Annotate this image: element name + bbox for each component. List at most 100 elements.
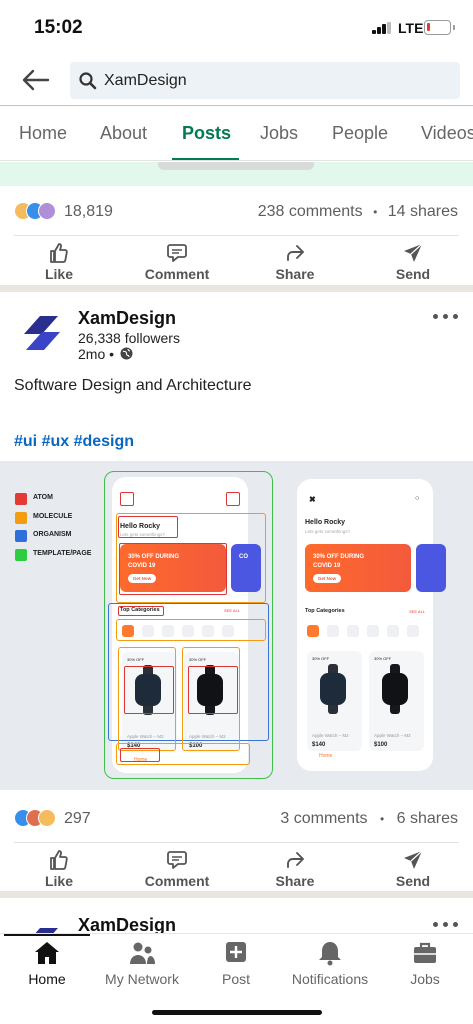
xamdesign-logo[interactable] bbox=[18, 310, 64, 356]
globe-icon bbox=[120, 347, 133, 360]
send-button[interactable]: Send bbox=[368, 843, 458, 891]
comment-button[interactable]: Comment bbox=[132, 843, 222, 891]
tab-home[interactable]: Home bbox=[19, 123, 67, 144]
curious-reaction-icon bbox=[38, 202, 56, 220]
nav-notifications-label: Notifications bbox=[291, 971, 369, 987]
search-bar[interactable] bbox=[70, 62, 460, 99]
comment-icon bbox=[167, 851, 187, 869]
post-text: Software Design and Architecture bbox=[14, 377, 252, 394]
network-label: LTE bbox=[398, 20, 424, 36]
legend-item: MOLECULE bbox=[15, 512, 115, 526]
like-label: Like bbox=[44, 266, 73, 282]
home-icon bbox=[35, 942, 59, 964]
like-button[interactable]: Like bbox=[14, 236, 104, 284]
send-label: Send bbox=[395, 266, 431, 282]
post-author-name[interactable]: XamDesign bbox=[78, 308, 176, 329]
like-icon bbox=[50, 850, 68, 870]
back-arrow-icon[interactable] bbox=[20, 66, 52, 94]
atom-outline bbox=[120, 748, 160, 762]
send-button[interactable]: Send bbox=[368, 236, 458, 284]
post-image[interactable]: ATOM MOLECULE ORGANISM TEMPLATE/PAGE Hel… bbox=[0, 461, 473, 790]
xamdesign-logo[interactable] bbox=[18, 922, 64, 933]
clean-phone-mockup: ✖ ○ Hello Rocky Lets gets somethings? 30… bbox=[297, 479, 446, 771]
post-age: 2mo • bbox=[78, 346, 115, 362]
comments-shares[interactable]: 238 comments • 14 shares bbox=[258, 203, 458, 221]
post2-action-bar: Like Comment Share Send bbox=[0, 843, 473, 893]
atom-outline bbox=[226, 492, 240, 506]
atom-outline bbox=[124, 666, 174, 714]
briefcase-icon bbox=[414, 942, 436, 963]
tab-posts[interactable]: Posts bbox=[182, 123, 231, 144]
feed-separator bbox=[0, 891, 473, 898]
tab-jobs[interactable]: Jobs bbox=[260, 123, 298, 144]
atom-outline bbox=[188, 666, 238, 714]
my-network-icon bbox=[130, 942, 155, 964]
comments-count[interactable]: 3 comments bbox=[280, 810, 367, 827]
comments-count[interactable]: 238 comments bbox=[258, 203, 363, 220]
company-tabs: Home About Posts Jobs People Videos bbox=[0, 107, 473, 161]
post-author-name[interactable]: XamDesign bbox=[78, 915, 176, 933]
post1-social-counts[interactable]: 18,819 238 comments • 14 shares bbox=[0, 188, 473, 232]
separator-dot: • bbox=[373, 205, 378, 219]
signal-icon bbox=[372, 22, 392, 34]
legend-item: ATOM bbox=[15, 493, 115, 507]
reaction-count: 297 bbox=[64, 810, 91, 827]
nav-jobs[interactable]: Jobs bbox=[380, 940, 470, 987]
home-indicator bbox=[152, 1010, 322, 1015]
reaction-icons bbox=[14, 809, 62, 827]
nav-my-network-label: My Network bbox=[105, 971, 179, 987]
bell-icon bbox=[319, 942, 341, 966]
comments-shares[interactable]: 3 comments • 6 shares bbox=[280, 810, 458, 828]
tab-videos[interactable]: Videos bbox=[421, 123, 473, 144]
atom-outline bbox=[120, 492, 134, 506]
atom-outline bbox=[119, 543, 227, 595]
comment-button[interactable]: Comment bbox=[132, 236, 222, 284]
shares-count[interactable]: 6 shares bbox=[397, 810, 458, 827]
atom-outline bbox=[118, 516, 178, 538]
post2-header: XamDesign 26,338 followers 2mo • bbox=[0, 298, 473, 368]
share-label: Share bbox=[275, 873, 315, 889]
nav-post[interactable]: Post bbox=[191, 940, 281, 987]
active-tab-indicator bbox=[172, 158, 239, 160]
status-bar: 15:02 LTE bbox=[0, 0, 473, 56]
search-input[interactable] bbox=[104, 62, 444, 99]
previous-post-image-edge bbox=[0, 162, 473, 186]
more-options-icon[interactable] bbox=[433, 312, 459, 322]
comment-icon bbox=[167, 244, 187, 262]
share-button[interactable]: Share bbox=[250, 843, 340, 891]
molecule-outline bbox=[116, 619, 266, 641]
reaction-icons bbox=[14, 202, 62, 220]
status-time: 15:02 bbox=[34, 17, 83, 38]
nav-home[interactable]: Home bbox=[2, 940, 92, 987]
feed-separator bbox=[0, 285, 473, 292]
separator-dot: • bbox=[379, 812, 385, 826]
reaction-count: 18,819 bbox=[64, 203, 113, 220]
tab-about[interactable]: About bbox=[100, 123, 147, 144]
legend-item: ORGANISM bbox=[15, 530, 115, 544]
share-button[interactable]: Share bbox=[250, 236, 340, 284]
send-icon bbox=[404, 850, 423, 869]
active-nav-indicator bbox=[4, 934, 90, 936]
like-button[interactable]: Like bbox=[14, 843, 104, 891]
nav-my-network[interactable]: My Network bbox=[97, 940, 187, 987]
nav-home-label: Home bbox=[28, 971, 66, 987]
search-icon bbox=[78, 71, 98, 91]
comment-label: Comment bbox=[144, 873, 210, 889]
send-icon bbox=[404, 243, 423, 262]
more-options-icon[interactable] bbox=[433, 920, 459, 930]
nav-notifications[interactable]: Notifications bbox=[285, 940, 375, 987]
post-plus-icon bbox=[226, 942, 246, 962]
battery-icon bbox=[424, 20, 455, 35]
post2-social-counts[interactable]: 297 3 comments • 6 shares bbox=[0, 795, 473, 839]
post-hashtags[interactable]: #ui #ux #design bbox=[14, 433, 134, 451]
share-label: Share bbox=[275, 266, 315, 282]
like-icon bbox=[50, 243, 68, 263]
like-label: Like bbox=[44, 873, 73, 889]
legend-item: TEMPLATE/PAGE bbox=[15, 549, 115, 563]
shares-count[interactable]: 14 shares bbox=[388, 203, 458, 220]
follower-count: 26,338 followers bbox=[78, 330, 180, 346]
comment-label: Comment bbox=[144, 266, 210, 282]
send-label: Send bbox=[395, 873, 431, 889]
nav-jobs-label: Jobs bbox=[410, 971, 440, 987]
tab-people[interactable]: People bbox=[332, 123, 388, 144]
